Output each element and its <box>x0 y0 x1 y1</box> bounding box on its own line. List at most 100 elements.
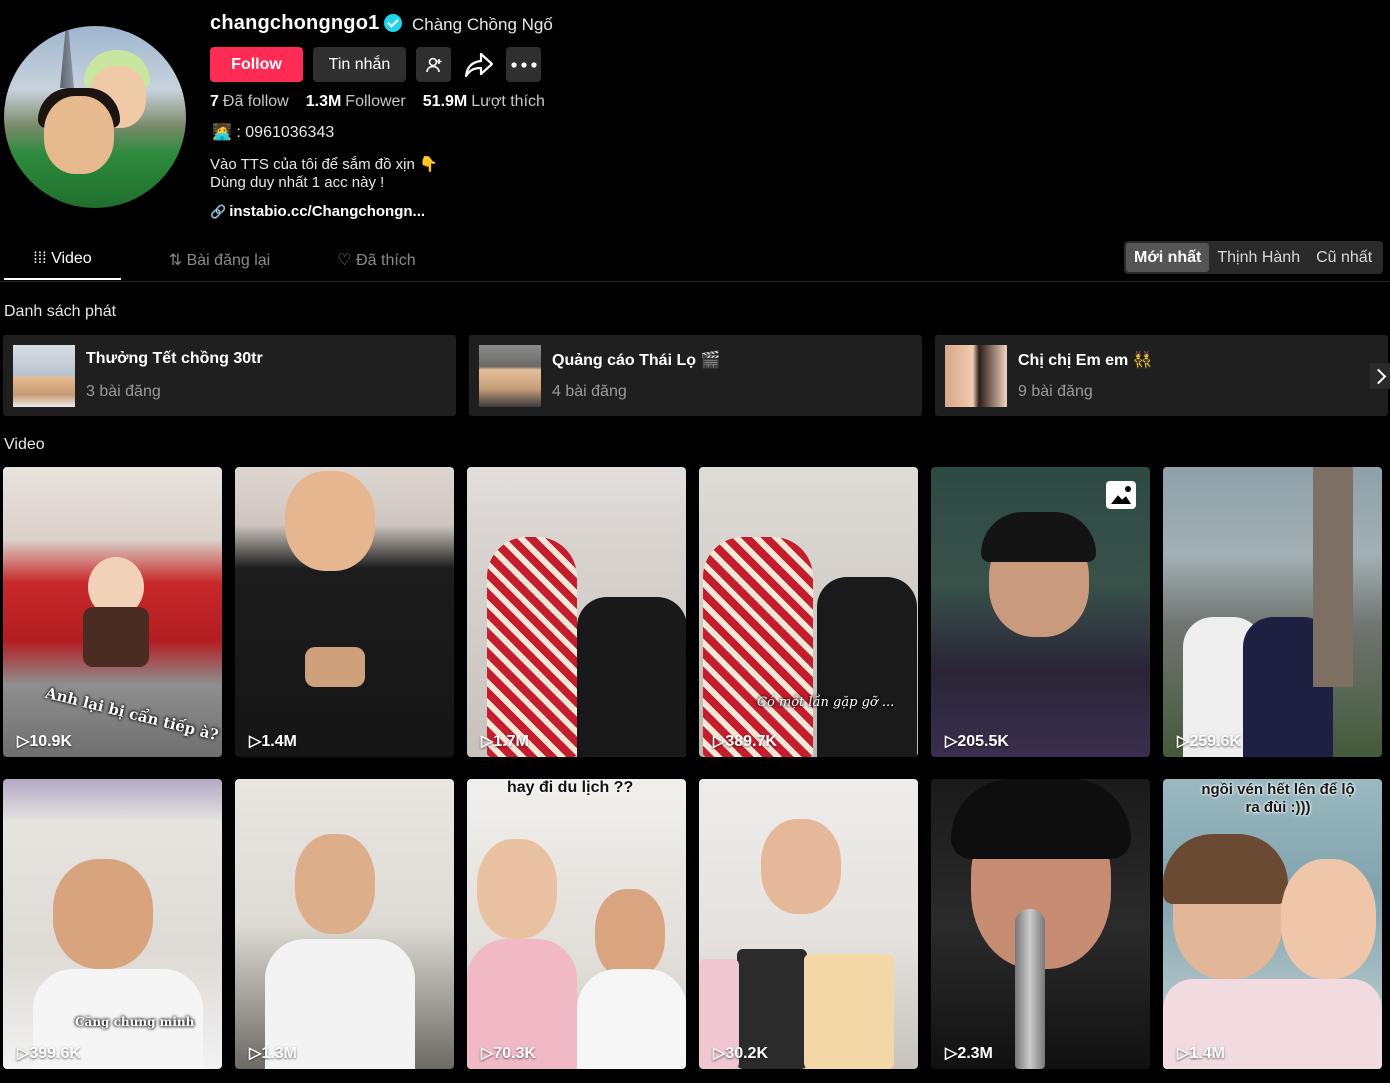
more-options-button[interactable] <box>506 47 541 82</box>
view-count: 1.4M <box>1189 1045 1225 1062</box>
video-card[interactable]: ▷259.6K <box>1163 467 1382 757</box>
follow-button[interactable]: Follow <box>210 47 303 82</box>
video-card[interactable]: ▷1.4M <box>235 467 454 757</box>
playlist-thumbnail <box>13 345 75 407</box>
video-card[interactable]: ▷1.3M <box>235 779 454 1069</box>
video-view-count: ▷399.6K <box>17 1043 81 1063</box>
playlist-card[interactable]: Chị chị Em em 👯 9 bài đăng <box>935 335 1388 416</box>
view-count: 2.3M <box>957 1045 993 1062</box>
followers-count: 1.3M <box>305 93 342 110</box>
avatar-background <box>60 28 74 88</box>
playlist-list: Thưởng Tết chồng 30tr 3 bài đăng Quảng c… <box>3 335 1388 416</box>
view-count: 205.5K <box>957 733 1009 750</box>
grid-icon: ⁞⁞⁞ <box>33 250 52 267</box>
technologist-emoji: 🧑‍💻 <box>212 124 232 141</box>
video-thumbnail-subject <box>1163 834 1288 904</box>
video-grid: Anh lại bị cẩn tiếp à? ▷10.9K ▷1.4M ▷1.7… <box>3 467 1384 1069</box>
playlist-count: 9 bài đăng <box>1018 383 1093 400</box>
playlist-next-button[interactable] <box>1370 363 1390 389</box>
profile-avatar[interactable] <box>4 26 186 208</box>
add-user-icon <box>425 57 441 72</box>
video-card[interactable]: Có một lần gặp gỡ ... ▷389.7K <box>699 467 918 757</box>
tab-label: Bài đăng lại <box>186 252 271 269</box>
playlist-thumbnail <box>945 345 1007 407</box>
playlist-name: Quảng cáo Thái Lọ 🎬 <box>552 352 721 369</box>
play-icon: ▷ <box>481 1045 494 1062</box>
video-card[interactable]: ▷1.7M <box>467 467 686 757</box>
video-thumbnail-subject <box>53 859 153 969</box>
video-view-count: ▷1.7M <box>481 731 529 751</box>
tab-liked[interactable]: ♡ Đã thích <box>318 244 435 280</box>
sort-oldest[interactable]: Cũ nhất <box>1308 243 1380 272</box>
video-caption: ngồi vén hết lên để lộ ra đùi :))) <box>1201 781 1355 816</box>
view-count: 259.6K <box>1189 733 1241 750</box>
video-thumbnail-subject <box>285 471 375 571</box>
video-caption: Căng chưng minh <box>75 1015 195 1029</box>
view-count: 1.3M <box>261 1045 297 1062</box>
video-thumbnail-subject <box>577 597 686 757</box>
video-thumbnail-subject <box>817 577 917 757</box>
view-count: 1.7M <box>493 733 529 750</box>
profile-stats: 7 Đã follow 1.3M Follower 51.9M Lượt thích <box>210 93 545 111</box>
video-view-count: ▷30.2K <box>713 1043 768 1063</box>
video-view-count: ▷259.6K <box>1177 731 1241 751</box>
playlist-card[interactable]: Thưởng Tết chồng 30tr 3 bài đăng <box>3 335 456 416</box>
video-card[interactable]: ngồi vén hết lên để lộ ra đùi :))) ▷1.4M <box>1163 779 1382 1069</box>
more-dots-icon <box>510 61 537 68</box>
video-thumbnail-subject <box>703 537 813 757</box>
tabs-divider <box>0 281 1390 282</box>
username: changchongngo1 <box>210 12 380 34</box>
view-count: 30.2K <box>725 1045 769 1062</box>
video-card[interactable]: Anh lại bị cẩn tiếp à? ▷10.9K <box>3 467 222 757</box>
followers-stat[interactable]: 1.3M Follower <box>306 93 406 111</box>
video-thumbnail-subject <box>595 889 665 979</box>
suggested-accounts-button[interactable] <box>416 47 451 82</box>
video-card[interactable]: ▷2.3M <box>931 779 1150 1069</box>
video-caption: Có một lần gặp gỡ ... <box>757 695 895 710</box>
video-card[interactable]: Căng chưng minh ▷399.6K <box>3 779 222 1069</box>
sort-newest[interactable]: Mới nhất <box>1126 243 1210 272</box>
message-button[interactable]: Tin nhắn <box>313 47 406 82</box>
video-card[interactable]: hay đi du lịch ?? ▷70.3K <box>467 779 686 1069</box>
following-stat[interactable]: 7 Đã follow <box>210 93 289 111</box>
video-thumbnail-subject <box>804 954 894 1069</box>
video-card[interactable]: ▷30.2K <box>699 779 918 1069</box>
view-count: 1.4M <box>261 733 297 750</box>
video-view-count: ▷1.3M <box>249 1043 297 1063</box>
microphone-shape <box>1015 909 1045 1069</box>
play-icon: ▷ <box>713 733 726 750</box>
play-icon: ▷ <box>713 1045 726 1062</box>
bio-link[interactable]: 🔗 instabio.cc/Changchongn... <box>210 203 425 220</box>
playlist-card[interactable]: Quảng cáo Thái Lọ 🎬 4 bài đăng <box>469 335 922 416</box>
play-icon: ▷ <box>1177 1045 1190 1062</box>
play-icon: ▷ <box>1177 733 1190 750</box>
following-count: 7 <box>210 93 219 110</box>
link-icon: 🔗 <box>210 204 227 219</box>
sort-segmented-control: Mới nhất Thịnh Hành Cũ nhất <box>1124 241 1383 274</box>
likes-label: Lượt thích <box>471 93 545 110</box>
play-icon: ▷ <box>17 1045 30 1062</box>
tab-reposts[interactable]: ⇅ Bài đăng lại <box>161 244 278 280</box>
video-view-count: ▷10.9K <box>17 731 72 751</box>
video-thumbnail-subject <box>487 537 577 757</box>
play-icon: ▷ <box>17 733 30 750</box>
profile-tabs: ⁞⁞⁞ Video ⇅ Bài đăng lại ♡ Đã thích <box>4 244 475 280</box>
tab-video[interactable]: ⁞⁞⁞ Video <box>4 244 121 280</box>
video-thumbnail-subject <box>761 819 841 914</box>
video-thumbnail-subject <box>477 839 557 939</box>
play-icon: ▷ <box>249 1045 262 1062</box>
video-view-count: ▷2.3M <box>945 1043 993 1063</box>
video-view-count: ▷1.4M <box>249 731 297 751</box>
bio-line: Vào TTS của tôi để sắm đồ xịn 👇 <box>210 156 438 173</box>
view-count: 10.9K <box>29 733 73 750</box>
tab-label: Video <box>51 250 92 267</box>
video-thumbnail-subject <box>577 969 686 1069</box>
video-thumbnail-subject <box>83 607 149 667</box>
share-button[interactable] <box>461 47 496 82</box>
likes-stat: 51.9M Lượt thích <box>423 93 545 111</box>
sort-popular[interactable]: Thịnh Hành <box>1209 243 1308 272</box>
video-card[interactable]: ▷205.5K <box>931 467 1150 757</box>
photo-post-icon <box>1106 481 1136 509</box>
video-view-count: ▷205.5K <box>945 731 1009 751</box>
video-thumbnail-subject <box>295 834 375 934</box>
